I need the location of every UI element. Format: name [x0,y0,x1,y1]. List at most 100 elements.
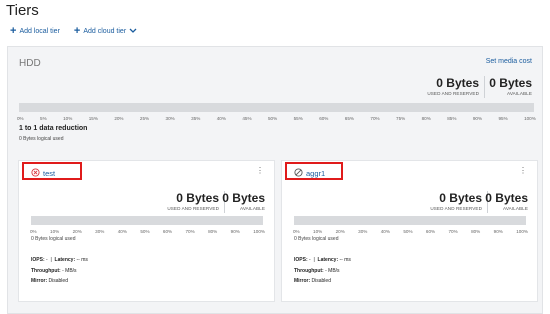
mirror-label: Mirror: [31,278,48,284]
plus-icon: + [10,25,17,37]
tick-label: 50% [403,229,413,234]
latency-value: -- ms [339,257,351,263]
tick-label: 100% [516,229,528,234]
aggregate-name-link[interactable]: test [31,168,55,179]
mirror-value: Disabled [48,278,68,284]
add-cloud-tier-label: Add cloud tier [83,27,127,35]
tick-label: 70% [448,229,458,234]
metric-divider [484,76,485,98]
card-logical-used: 0 Bytes logical used [294,236,339,242]
aggregate-name-link[interactable]: aggr1 [294,168,325,179]
card-iops-latency: IOPS: - | Latency: -- ms [31,257,88,263]
card-logical-used: 0 Bytes logical used [31,236,76,242]
more-options-icon[interactable]: ⋮ [519,167,527,175]
hdd-title: HDD [19,58,41,69]
tick-label: 30% [358,229,368,234]
tick-label: 90% [230,229,240,234]
tick-label: 50% [140,229,150,234]
hdd-logical-used: 0 Bytes logical used [19,136,64,142]
hdd-capacity-bar [19,103,534,112]
offline-circle-icon [294,168,303,179]
card-capacity-bar [31,216,263,225]
tick-label: 35% [191,116,201,121]
tick-label: 10% [63,116,73,121]
card-available-value: 0 Bytes [485,191,528,205]
tick-label: 20% [72,229,82,234]
tick-label: 0% [293,229,300,234]
tick-label: 25% [139,116,150,121]
card-available-metric: 0 Bytes AVAILABLE [485,191,528,212]
card-available-label: AVAILABLE [503,206,528,211]
tick-label: 0% [17,116,24,121]
iops-value: - [46,257,48,263]
tick-label: 0% [30,229,37,234]
aggregate-name: test [43,169,56,178]
set-media-cost-link[interactable]: Set media cost [486,58,532,65]
iops-label: IOPS: [31,257,45,263]
card-available-value: 0 Bytes [222,191,265,205]
chevron-down-icon [129,28,137,34]
tick-label: 85% [447,116,457,121]
tick-label: 95% [498,116,508,121]
tick-label: 10% [313,229,323,234]
more-options-icon[interactable]: ⋮ [256,167,264,175]
throughput-label: Throughput: [294,268,324,274]
hdd-tier-panel: HDD Set media cost 0 Bytes USED AND RESE… [7,46,543,314]
hdd-used-value: 0 Bytes [436,76,479,90]
card-used-metric: 0 Bytes USED AND RESERVED [167,191,219,212]
aggregate-card: aggr1 ⋮ 0 Bytes USED AND RESERVED 0 Byte… [281,160,538,302]
tick-label: 60% [162,229,173,234]
tick-label: 100% [253,229,265,234]
card-used-label: USED AND RESERVED [167,206,219,211]
hdd-tick-row: 0% 5% 10% 15% 20% 25% 30% 35% 40% 45% 50% 55% 60% 65%… [17,116,536,121]
tick-label: 40% [216,116,226,121]
mirror-value: Disabled [311,278,331,284]
data-reduction-label: 1 to 1 data reduction [19,125,88,132]
tick-label: 30% [165,116,175,121]
tick-label: 70% [370,116,380,121]
page-title: Tiers [6,2,39,19]
tick-label: 10% [50,229,60,234]
tick-label: 15% [88,116,98,121]
card-iops-latency: IOPS: - | Latency: -- ms [294,257,351,263]
tick-label: 80% [471,229,481,234]
aggregate-name: aggr1 [306,169,326,178]
add-local-tier-label: Add local tier [19,27,60,35]
card-throughput: Throughput: - MB/s [294,268,340,274]
card-tick-row: 0% 10% 20% 30% 40% 50% 60% 70% 80% 90% 100% [293,229,528,234]
add-cloud-tier-button[interactable]: + Add cloud tier [73,25,137,37]
tick-label: 5% [40,116,47,121]
tick-label: 20% [335,229,345,234]
latency-label: Latency: [317,257,339,263]
card-available-label: AVAILABLE [240,206,265,211]
latency-value: -- ms [76,257,88,263]
tick-label: 100% [524,116,536,121]
tick-label: 30% [95,229,105,234]
card-tick-row: 0% 10% 20% 30% 40% 50% 60% 70% 80% 90% 100% [30,229,265,234]
tick-label: 40% [380,229,390,234]
card-used-metric: 0 Bytes USED AND RESERVED [430,192,482,212]
hdd-used-label: USED AND RESERVED [427,91,479,96]
tick-label: 45% [242,116,252,121]
hdd-available-metric: 0 Bytes AVAILABLE [489,77,532,97]
card-used-value: 0 Bytes [176,191,219,205]
toolbar: + Add local tier + Add cloud tier [10,25,137,37]
hdd-available-label: AVAILABLE [507,91,532,96]
card-capacity-bar [294,216,526,225]
aggregate-card: test ⋮ 0 Bytes USED AND RESERVED 0 Bytes… [18,160,275,302]
tick-label: 80% [421,116,431,121]
add-local-tier-button[interactable]: + Add local tier [10,25,60,37]
tick-label: 60% [425,229,436,234]
throughput-value: - MB/s [62,268,77,274]
tick-label: 70% [185,229,195,234]
card-mirror: Mirror: Disabled [294,278,331,284]
card-used-label: USED AND RESERVED [430,206,482,211]
card-throughput: Throughput: - MB/s [31,268,77,274]
tick-label: 60% [319,116,329,121]
tick-label: 50% [267,116,278,121]
plus-icon: + [73,25,81,37]
tick-label: 65% [344,116,354,121]
error-circle-icon [31,168,40,179]
tick-label: 40% [117,229,127,234]
iops-value: - [309,257,311,263]
